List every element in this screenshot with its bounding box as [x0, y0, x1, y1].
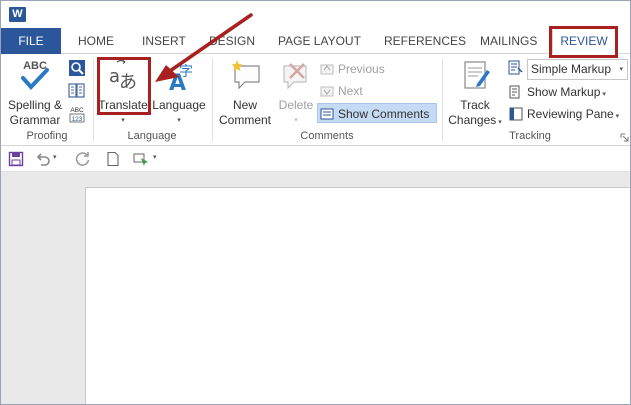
title-bar: W	[1, 1, 630, 28]
spelling-check-icon: ABC	[21, 60, 49, 90]
group-label-tracking: Tracking	[509, 130, 551, 142]
chevron-down-icon: ▾	[619, 66, 623, 73]
show-markup-label: Show Markup	[527, 85, 601, 99]
markup-select-value: Simple Markup	[531, 62, 612, 76]
next-comment-button[interactable]: Next	[318, 81, 363, 101]
next-comment-icon	[320, 86, 334, 97]
delete-dropdown-arrow[interactable]: ▾	[275, 113, 317, 128]
document-page[interactable]	[85, 187, 630, 404]
group-label-language: Language	[127, 130, 177, 142]
delete-comment-icon	[283, 63, 307, 90]
word-icon[interactable]: W	[9, 7, 26, 22]
svg-text:ABC: ABC	[23, 60, 47, 72]
show-comments-label: Show Comments	[338, 107, 430, 121]
new-document-icon[interactable]	[105, 151, 121, 167]
research-icon[interactable]	[68, 59, 86, 77]
svg-text:ABC: ABC	[70, 107, 84, 114]
word-window: W FILE HOME INSERT DESIGN PAGE LAYOUT RE…	[0, 0, 631, 405]
touch-mode-icon[interactable]	[133, 151, 149, 167]
translate-dropdown-arrow[interactable]: ▾	[97, 113, 149, 128]
spelling-label-line2: Grammar	[9, 113, 61, 127]
thesaurus-icon[interactable]	[68, 82, 86, 100]
previous-label: Previous	[338, 62, 385, 76]
reviewing-pane-icon	[509, 107, 523, 121]
tab-mailings[interactable]: MAILINGS	[480, 28, 537, 54]
spelling-grammar-button[interactable]: ABC Spelling & Grammar	[5, 58, 65, 128]
markup-select[interactable]: Simple Markup ▾	[527, 59, 628, 80]
group-label-comments: Comments	[300, 130, 354, 142]
spelling-label-line1: Spelling &	[7, 98, 63, 112]
track-changes-label-line1: Track	[460, 98, 490, 112]
word-count-icon[interactable]: ABC 123	[67, 104, 87, 124]
track-changes-button[interactable]: Track Changes ▾	[445, 58, 505, 130]
translate-highlight-box	[97, 57, 151, 115]
undo-dropdown-icon[interactable]: ▾	[53, 153, 57, 161]
show-comments-icon	[320, 108, 334, 120]
language-icon: A 字	[169, 64, 193, 96]
display-for-review-icon	[508, 60, 523, 75]
ribbon: ABC Spelling & Grammar ABC 123 Proofing	[1, 54, 630, 146]
language-label: Language	[152, 98, 206, 112]
new-comment-icon	[231, 60, 260, 90]
dialog-launcher-icon[interactable]	[620, 133, 629, 142]
reviewing-pane-label: Reviewing Pane	[527, 107, 614, 121]
group-label-proofing: Proofing	[26, 130, 68, 142]
ribbon-tabs: FILE HOME INSERT DESIGN PAGE LAYOUT REFE…	[1, 28, 630, 55]
tab-references[interactable]: REFERENCES	[384, 28, 466, 54]
language-dropdown-arrow[interactable]: ▾	[151, 113, 207, 128]
new-comment-label-line1: New	[232, 98, 257, 112]
language-button[interactable]: A 字 Language ▾	[151, 58, 207, 128]
track-changes-label-line2: Changes ▾	[448, 113, 502, 127]
svg-text:字: 字	[179, 64, 193, 80]
tab-home[interactable]: HOME	[78, 28, 114, 54]
previous-comment-icon	[320, 64, 334, 75]
new-comment-button[interactable]: New Comment	[217, 58, 273, 128]
customize-qat-dropdown-icon[interactable]: ▾	[153, 153, 157, 161]
new-comment-label-line2: Comment	[218, 113, 271, 127]
next-label: Next	[338, 84, 363, 98]
show-markup-icon	[509, 85, 520, 99]
redo-icon[interactable]	[75, 151, 91, 167]
delete-comment-button[interactable]: Delete ▾	[275, 58, 317, 128]
delete-label: Delete	[278, 98, 314, 112]
review-tab-highlight-box	[549, 26, 618, 58]
tab-file[interactable]: FILE	[1, 28, 61, 54]
track-changes-icon	[464, 61, 490, 89]
tab-page-layout[interactable]: PAGE LAYOUT	[278, 28, 361, 54]
undo-icon[interactable]	[35, 151, 51, 167]
save-icon[interactable]	[8, 151, 24, 167]
reviewing-pane-button[interactable]: Reviewing Pane ▾	[507, 104, 619, 124]
quick-access-toolbar: ▾ ▾	[1, 147, 630, 172]
svg-text:123: 123	[72, 116, 83, 123]
previous-comment-button[interactable]: Previous	[318, 59, 385, 79]
tab-insert[interactable]: INSERT	[142, 28, 186, 54]
tab-design[interactable]: DESIGN	[209, 28, 255, 54]
show-comments-button[interactable]: Show Comments	[317, 103, 437, 123]
show-markup-button[interactable]: Show Markup ▾	[507, 82, 606, 102]
